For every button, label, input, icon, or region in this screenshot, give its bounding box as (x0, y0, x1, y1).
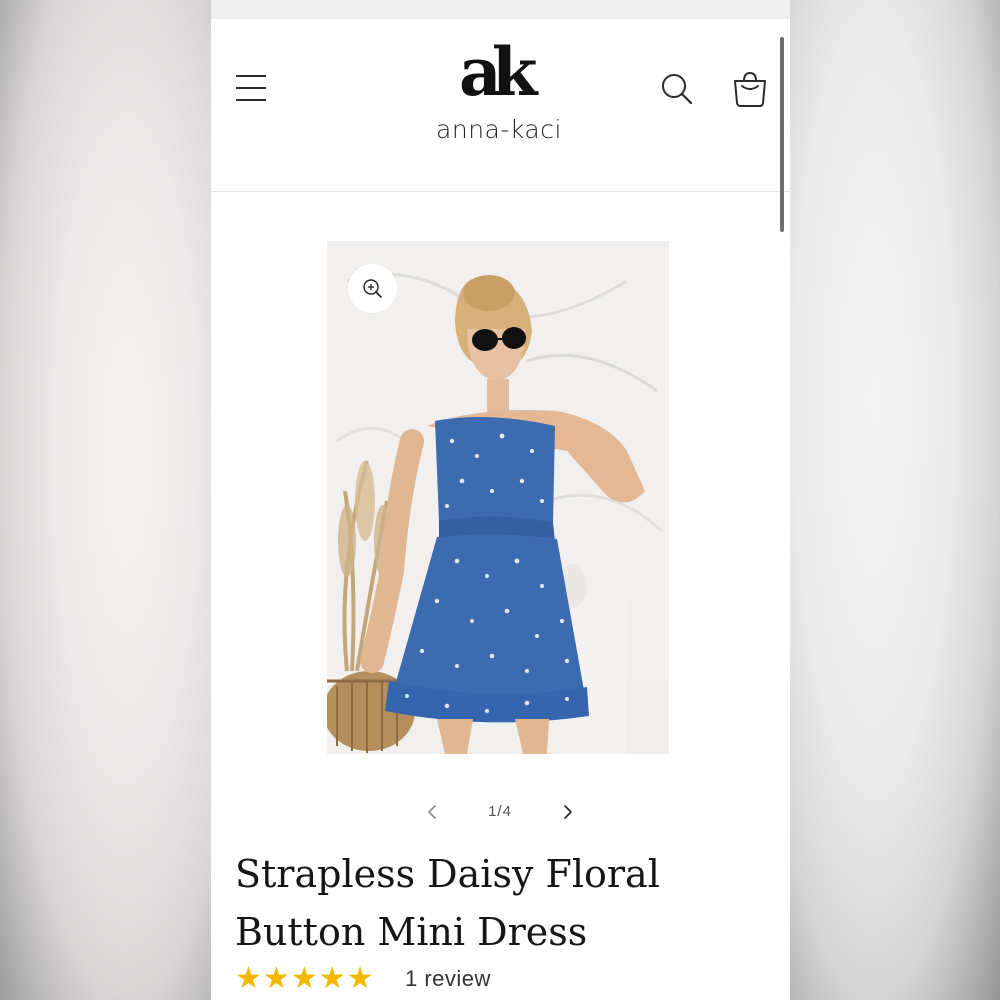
pager-count: 1/4 (488, 803, 512, 820)
chevron-left-icon[interactable] (417, 797, 447, 827)
review-count-link[interactable]: 1 review (405, 966, 491, 992)
star-icon: ★ (235, 962, 262, 995)
star-icon: ★ (346, 962, 374, 995)
logo-mark: ak (459, 33, 538, 111)
product-image[interactable] (327, 241, 669, 754)
product-gallery (327, 241, 669, 754)
star-icon: ★ (290, 962, 318, 995)
star-icon: ★ (318, 962, 346, 995)
site-logo[interactable]: ak anna-kaci (409, 27, 589, 157)
background-left-blur (0, 0, 211, 1000)
hamburger-menu-icon[interactable] (234, 71, 268, 105)
product-rating: ★★★★★ 1 review (235, 963, 635, 995)
product-title: Strapless Daisy Floral Button Mini Dress (235, 845, 755, 961)
zoom-in-icon[interactable] (348, 264, 397, 313)
product-title-line-2: Button Mini Dress (235, 910, 588, 954)
phone-screen: ak anna-kaci 1/4 Strapless Daisy Floral … (211, 19, 790, 1000)
background-right-blur (790, 0, 1000, 1000)
chevron-right-icon[interactable] (553, 797, 583, 827)
logo-text: anna-kaci (436, 115, 562, 144)
shopping-bag-icon[interactable] (731, 69, 769, 109)
site-header: ak anna-kaci (211, 19, 790, 192)
scrollbar[interactable] (780, 37, 784, 232)
product-title-line-1: Strapless Daisy Floral (235, 852, 660, 896)
search-icon[interactable] (659, 71, 695, 107)
rating-stars: ★★★★★ (235, 963, 375, 995)
image-pager: 1/4 (411, 797, 591, 827)
star-icon: ★ (262, 962, 290, 995)
